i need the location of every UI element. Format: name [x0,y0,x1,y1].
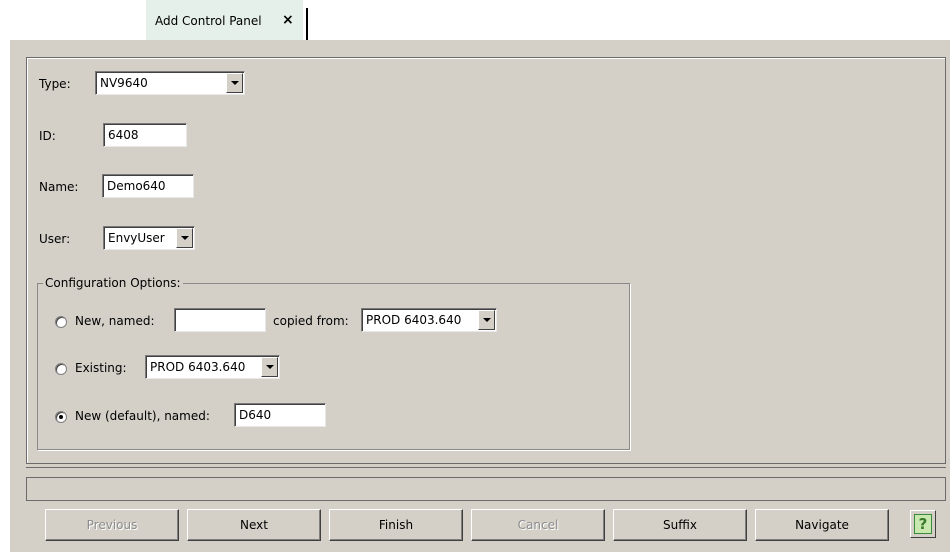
chevron-down-icon[interactable] [226,73,243,93]
suffix-button[interactable]: Suffix [613,509,747,541]
name-field[interactable]: Demo640 [102,174,194,198]
copied-from-select[interactable]: PROD 6403.640 [361,308,497,332]
name-label: Name: [39,180,79,194]
status-bar [26,477,946,501]
new-default-field[interactable]: D640 [234,403,326,427]
type-label: Type: [39,77,71,91]
copied-from-label: copied from: [273,314,349,328]
divider [26,467,946,468]
radio-new-named[interactable] [55,316,67,328]
finish-button[interactable]: Finish [329,509,463,541]
chevron-down-icon[interactable] [261,357,278,377]
type-select-value: NV9640 [100,76,148,90]
existing-label: Existing: [75,361,127,375]
tab-add-control-panel[interactable]: Add Control Panel × [146,0,303,40]
radio-existing[interactable] [55,363,67,375]
navigate-button[interactable]: Navigate [755,509,889,541]
help-button[interactable]: ? [910,510,936,538]
id-field[interactable]: 6408 [103,123,187,147]
user-label: User: [39,232,71,246]
new-default-label: New (default), named: [75,409,210,423]
type-select[interactable]: NV9640 [95,71,245,95]
tab-label: Add Control Panel [155,14,262,28]
user-select-value: EnvyUser [108,231,165,245]
chevron-down-icon[interactable] [176,228,193,248]
close-icon[interactable]: × [282,12,294,28]
help-icon: ? [914,514,932,534]
new-named-label: New, named: [75,314,155,328]
previous-button[interactable]: Previous [45,509,179,541]
radio-new-default[interactable] [55,411,67,423]
configuration-options-title: Configuration Options: [43,276,183,290]
user-select[interactable]: EnvyUser [103,226,195,250]
existing-select-value: PROD 6403.640 [150,360,246,374]
copied-from-value: PROD 6403.640 [366,313,462,327]
cancel-button[interactable]: Cancel [471,509,605,541]
tab-separator [306,8,308,40]
next-button[interactable]: Next [187,509,321,541]
new-named-field[interactable] [174,308,266,332]
id-label: ID: [39,129,56,143]
existing-select[interactable]: PROD 6403.640 [145,355,280,379]
chevron-down-icon[interactable] [478,310,495,330]
